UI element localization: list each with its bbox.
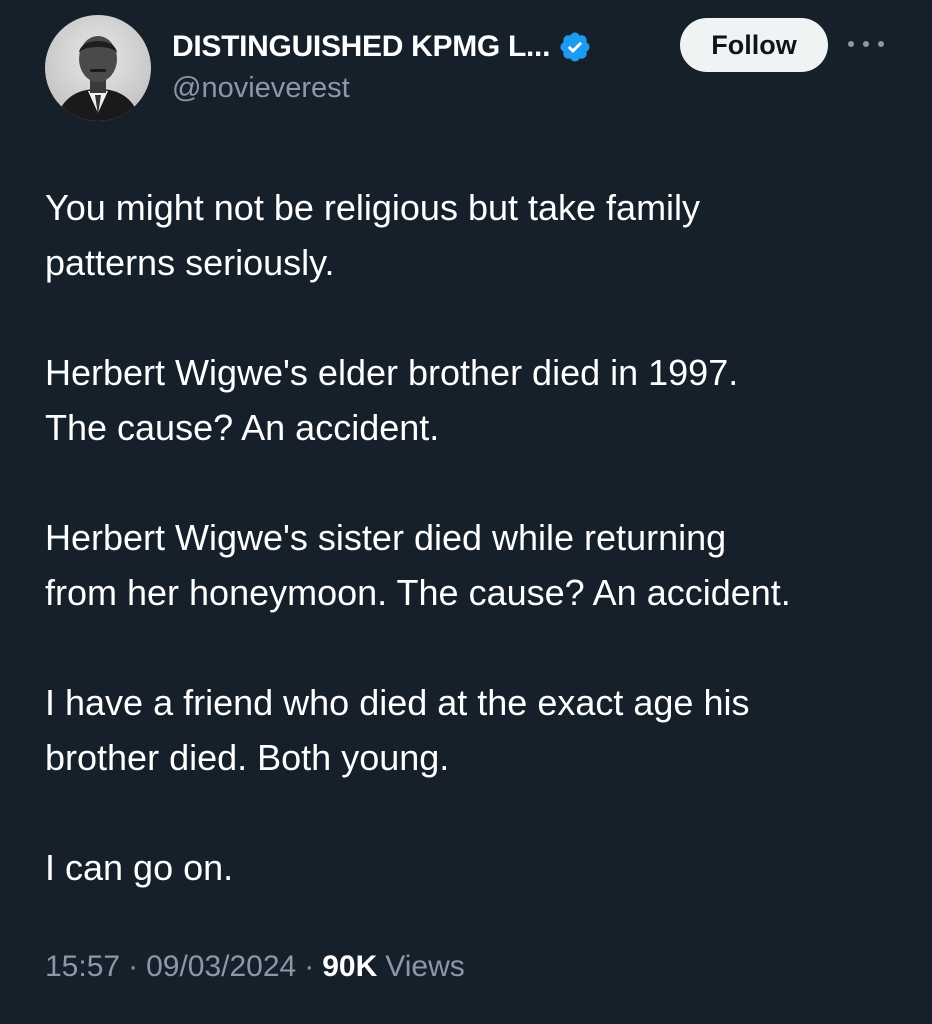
more-dot [848,41,854,47]
avatar[interactable] [45,15,151,121]
tweet-time[interactable]: 15:57 [45,950,120,984]
tweet-card: DISTINGUISHED KPMG L... @novieverest Fol… [0,0,932,1024]
meta-separator: · [128,950,139,983]
tweet-paragraph: Herbert Wigwe's elder brother died in 19… [45,352,739,448]
more-dot [878,41,884,47]
author-display-name[interactable]: DISTINGUISHED KPMG L... [172,30,550,64]
more-dot [863,41,869,47]
author-handle[interactable]: @novieverest [172,72,350,105]
views-label[interactable]: Views [385,950,464,984]
meta-separator: · [304,950,315,983]
views-count[interactable]: 90K [322,950,377,984]
tweet-text: You might not be religious but take fami… [45,180,905,950]
more-options-icon[interactable] [848,32,884,56]
author-name-row[interactable]: DISTINGUISHED KPMG L... [172,26,592,68]
tweet-paragraph: You might not be religious but take fami… [45,187,701,283]
tweet-meta: 15:57 · 09/03/2024 · 90K Views [45,950,465,984]
follow-button[interactable]: Follow [680,18,828,72]
verified-badge-icon[interactable] [558,30,592,64]
tweet-paragraph: Herbert Wigwe's sister died while return… [45,517,791,613]
tweet-paragraph: I can go on. [45,847,234,888]
profile-photo-icon [45,15,151,121]
tweet-paragraph: I have a friend who died at the exact ag… [45,682,750,778]
tweet-date[interactable]: 09/03/2024 [146,950,296,984]
